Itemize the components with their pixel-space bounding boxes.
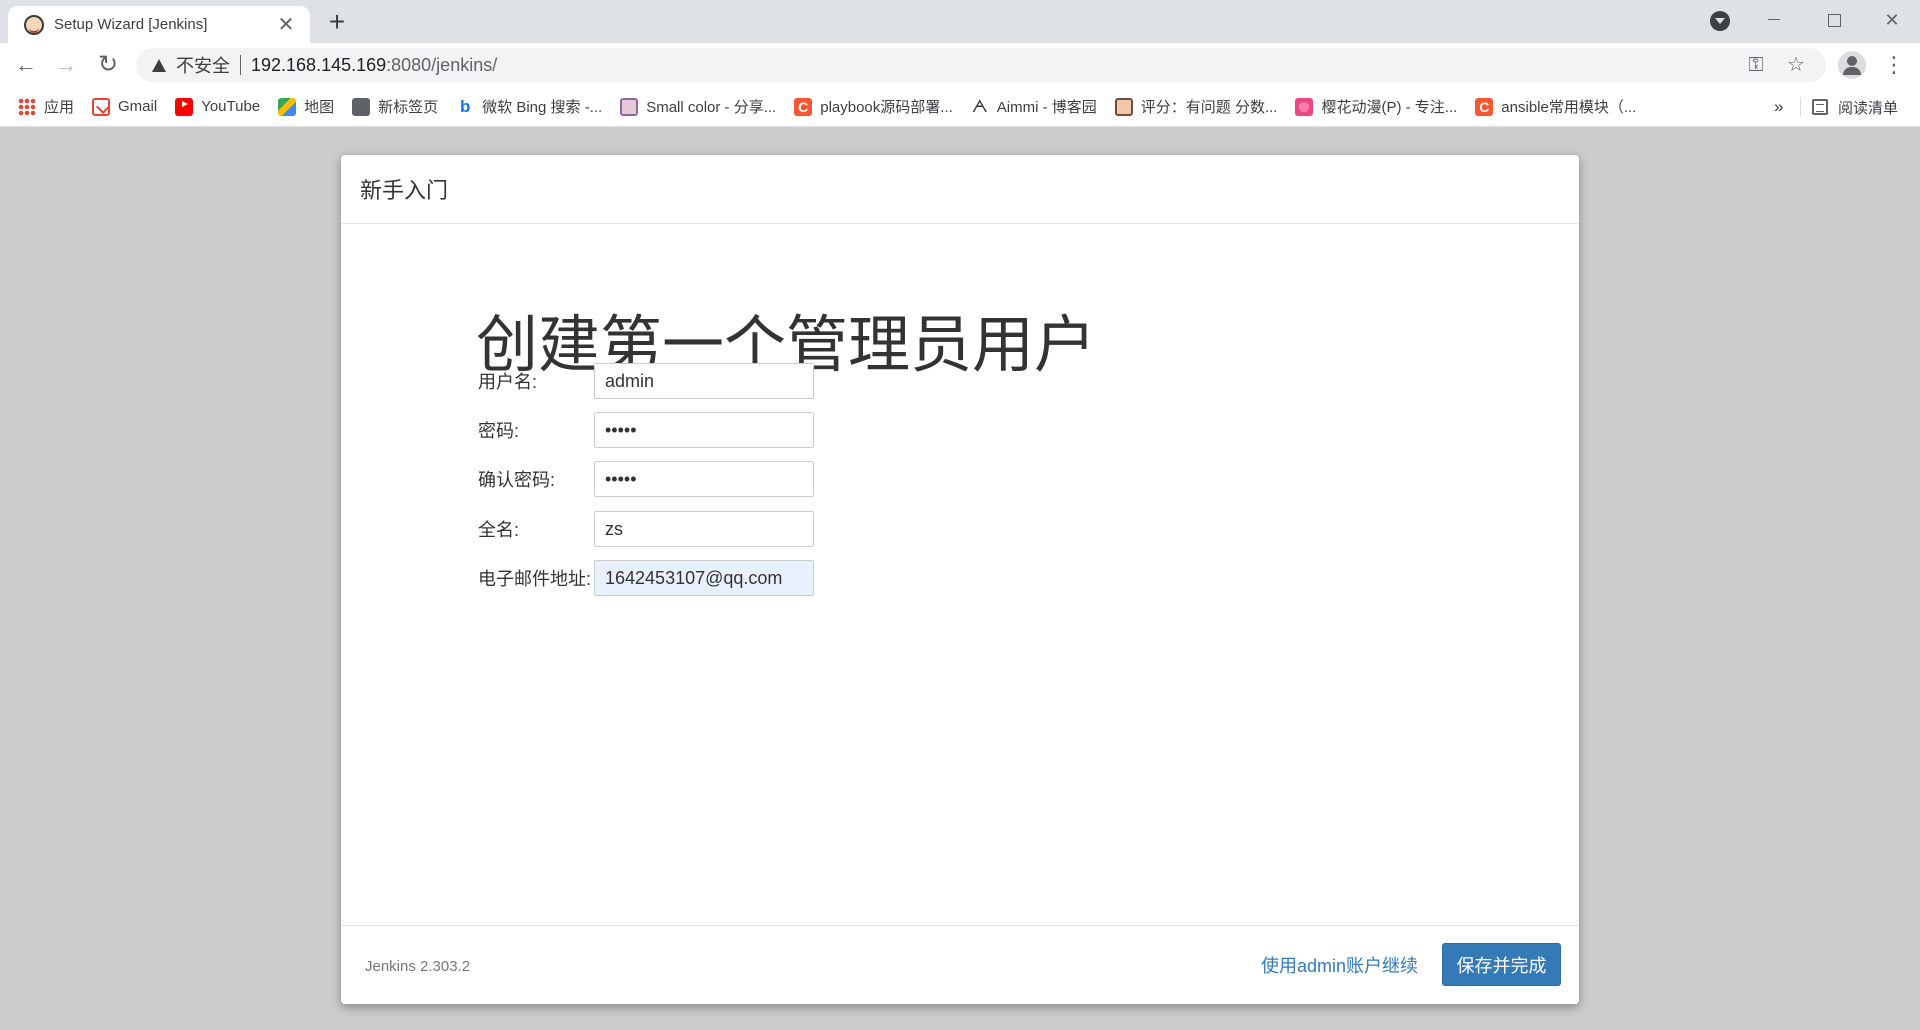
bookmark-playbook[interactable]: C playbook源码部署... (794, 96, 953, 117)
bookmark-star-icon[interactable]: ☆ (1780, 48, 1812, 82)
confirm-password-label: 确认密码: (478, 470, 556, 490)
address-divider (240, 55, 241, 75)
window-minimize-icon[interactable] (1746, 4, 1802, 36)
browser-menu-icon[interactable]: ⋮ (1878, 49, 1910, 81)
bookmark-rating[interactable]: 评分：有问题 分数... (1114, 96, 1278, 117)
reading-list-icon (1812, 99, 1828, 115)
bookmark-label: Aimmi - 博客园 (996, 99, 1097, 116)
dialog-footer: Jenkins 2.303.2 使用admin账户继续 保存并完成 (341, 925, 1579, 1004)
csdn-icon: C (1475, 97, 1494, 116)
continue-as-admin-link[interactable]: 使用admin账户继续 (1261, 952, 1418, 978)
bookmark-label: playbook源码部署... (820, 99, 953, 116)
apps-icon (18, 97, 36, 116)
globe-icon (352, 97, 371, 116)
bookmarks-divider (1800, 97, 1801, 117)
bookmark-label: 地图 (304, 99, 335, 116)
confirm-password-row: 确认密码: (478, 461, 814, 497)
reload-icon[interactable]: ↻ (92, 49, 124, 81)
password-label: 密码: (478, 421, 520, 441)
tab-strip: Setup Wizard [Jenkins] ✕ + ✕ (0, 0, 1920, 43)
bookmark-label: 评分：有问题 分数... (1140, 99, 1278, 116)
window-close-icon[interactable]: ✕ (1864, 4, 1920, 36)
bookmark-sakura[interactable]: 樱花动漫(P) - 专注... (1295, 96, 1457, 117)
jenkins-favicon-icon (24, 14, 44, 35)
bookmark-label: ansible常用模块（... (1501, 99, 1637, 116)
browser-toolbar: ← → ↻ 不安全 192.168.145.169 :8080/jenkins/… (0, 43, 1920, 87)
bookmark-aimmi[interactable]: ᗅ Aimmi - 博客园 (971, 96, 1097, 117)
url-host[interactable]: 192.168.145.169 (251, 55, 386, 76)
bookmark-small-color[interactable]: Small color - 分享... (620, 96, 776, 117)
not-secure-label[interactable]: 不安全 (176, 52, 230, 78)
address-bar[interactable]: 不安全 192.168.145.169 :8080/jenkins/ ⚿ ☆ (136, 48, 1826, 82)
fullname-label: 全名: (478, 520, 520, 540)
bookmarks-bar: 应用 Gmail YouTube 地图 新标签页 b 微软 Bing 搜索 -.… (0, 87, 1920, 127)
bookmark-apps[interactable]: 应用 (18, 96, 74, 117)
back-arrow-icon[interactable]: ← (10, 49, 42, 81)
page-viewport: 新手入门 创建第一个管理员用户 用户名: 密码: 确认密码: 全名: 电子邮件地… (0, 128, 1920, 1030)
not-secure-warning-icon[interactable] (152, 58, 166, 72)
tab-search-icon[interactable] (1710, 11, 1730, 31)
flower-icon (1295, 97, 1314, 116)
aimmi-icon: ᗅ (971, 96, 988, 116)
bing-icon: b (459, 96, 471, 116)
confirm-password-input[interactable] (594, 461, 814, 497)
bookmark-label: 微软 Bing 搜索 -... (482, 99, 603, 116)
fullname-row: 全名: (478, 511, 814, 547)
gmail-icon (92, 97, 111, 116)
bookmark-label: 应用 (44, 99, 75, 116)
dialog-body: 创建第一个管理员用户 用户名: 密码: 确认密码: 全名: 电子邮件地址: (341, 224, 1579, 925)
bookmarks-overflow-chevron-icon[interactable]: » (1774, 87, 1783, 126)
bookmark-label: 樱花动漫(P) - 专注... (1321, 99, 1458, 116)
bookmark-youtube[interactable]: YouTube (175, 97, 261, 116)
bookmark-new-tab[interactable]: 新标签页 (352, 96, 438, 117)
password-row: 密码: (478, 412, 814, 448)
maps-icon (278, 97, 297, 116)
fullname-input[interactable] (594, 511, 814, 547)
csdn-icon: C (794, 97, 813, 116)
setup-wizard-dialog: 新手入门 创建第一个管理员用户 用户名: 密码: 确认密码: 全名: 电子邮件地… (341, 155, 1579, 1004)
reading-list-label: 阅读清单 (1838, 99, 1899, 117)
dialog-title: 新手入门 (360, 178, 449, 203)
save-and-finish-button[interactable]: 保存并完成 (1442, 943, 1561, 986)
tab-close-icon[interactable]: ✕ (274, 13, 298, 37)
window-restore-icon[interactable] (1806, 4, 1862, 36)
reading-list-button[interactable]: 阅读清单 (1812, 87, 1899, 126)
url-path[interactable]: :8080/jenkins/ (386, 55, 497, 76)
bookmark-maps[interactable]: 地图 (278, 96, 334, 117)
tab-setup-wizard[interactable]: Setup Wizard [Jenkins] ✕ (8, 6, 310, 43)
password-key-icon[interactable]: ⚿ (1740, 48, 1772, 82)
password-input[interactable] (594, 412, 814, 448)
profile-avatar-icon[interactable] (1838, 51, 1866, 79)
bookmark-label: Small color - 分享... (646, 99, 777, 116)
avatar-icon (620, 97, 639, 116)
username-input[interactable] (594, 363, 814, 399)
new-tab-button[interactable]: + (322, 8, 352, 38)
jenkins-version: Jenkins 2.303.2 (365, 958, 471, 975)
dialog-header: 新手入门 (341, 155, 1579, 224)
email-label: 电子邮件地址: (478, 569, 592, 589)
anime-avatar-icon (1114, 97, 1133, 116)
bookmark-bing[interactable]: b 微软 Bing 搜索 -... (456, 96, 602, 117)
bookmark-label: Gmail (118, 98, 158, 115)
username-row: 用户名: (478, 363, 814, 399)
bookmark-ansible[interactable]: C ansible常用模块（... (1475, 96, 1636, 117)
tab-title: Setup Wizard [Jenkins] (54, 16, 208, 33)
forward-arrow-icon[interactable]: → (50, 49, 82, 81)
youtube-icon (175, 97, 194, 116)
email-row: 电子邮件地址: (478, 560, 814, 596)
bookmark-label: 新标签页 (378, 99, 439, 116)
username-label: 用户名: (478, 372, 538, 392)
email-input[interactable] (594, 560, 814, 596)
bookmark-label: YouTube (201, 98, 261, 115)
bookmark-gmail[interactable]: Gmail (92, 97, 158, 116)
